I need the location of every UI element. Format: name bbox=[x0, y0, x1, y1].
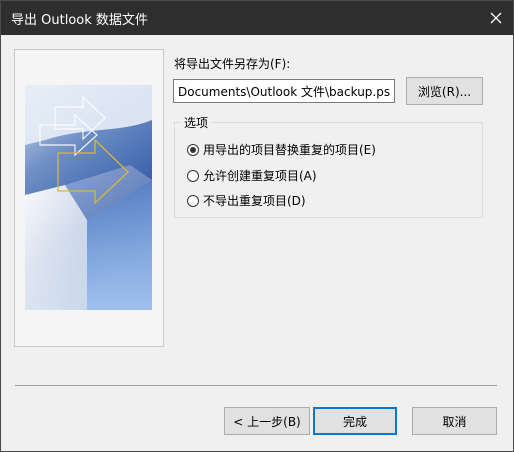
radio-skip-duplicates[interactable]: 不导出重复项目(D) bbox=[187, 192, 306, 209]
wizard-side-panel bbox=[14, 49, 164, 347]
save-as-label: 将导出文件另存为(F): bbox=[174, 57, 291, 71]
title-bar: 导出 Outlook 数据文件 bbox=[1, 1, 513, 35]
close-icon bbox=[490, 12, 502, 24]
back-button[interactable]: < 上一步(B) bbox=[224, 407, 310, 435]
wizard-illustration bbox=[25, 85, 152, 310]
finish-button[interactable]: 完成 bbox=[313, 407, 397, 435]
radio-label: 用导出的项目替换重复的项目(E) bbox=[203, 143, 376, 157]
radio-unselected-icon bbox=[187, 194, 199, 207]
close-button[interactable] bbox=[479, 1, 513, 35]
radio-unselected-icon bbox=[187, 169, 199, 182]
browse-button[interactable]: 浏览(R)... bbox=[406, 77, 483, 105]
export-dialog: 导出 Outlook 数据文件 将导出文件另存为(F): Documents\O… bbox=[0, 0, 514, 452]
cancel-button[interactable]: 取消 bbox=[412, 407, 497, 435]
footer-separator bbox=[15, 385, 497, 386]
options-group-label: 选项 bbox=[181, 114, 212, 131]
radio-label: 允许创建重复项目(A) bbox=[203, 169, 317, 183]
radio-replace-duplicates[interactable]: 用导出的项目替换重复的项目(E) bbox=[187, 141, 376, 158]
window-title: 导出 Outlook 数据文件 bbox=[11, 13, 148, 28]
radio-label: 不导出重复项目(D) bbox=[203, 194, 306, 208]
file-path-input[interactable] bbox=[173, 79, 395, 103]
radio-selected-icon bbox=[187, 143, 199, 156]
radio-allow-duplicates[interactable]: 允许创建重复项目(A) bbox=[187, 167, 317, 184]
